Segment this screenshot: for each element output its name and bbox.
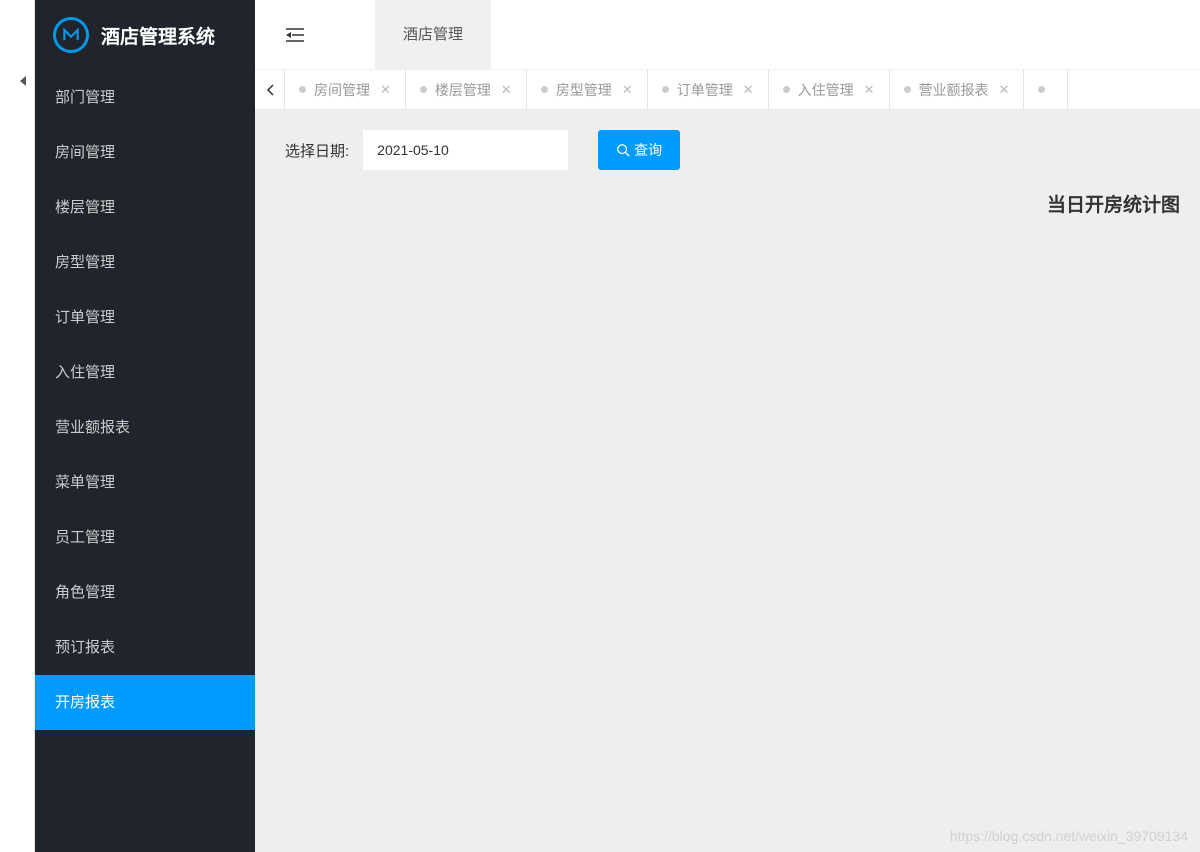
- top-tab-label: 酒店管理: [403, 26, 463, 43]
- tab-room[interactable]: 房间管理 ✕: [285, 70, 406, 110]
- sidebar-item-label: 菜单管理: [55, 474, 115, 491]
- sidebar-item-label: 角色管理: [55, 584, 115, 601]
- gutter-arrow-icon: [20, 76, 26, 86]
- tab-close-button[interactable]: ✕: [999, 82, 1010, 98]
- date-label: 选择日期:: [285, 140, 349, 161]
- sidebar-item-label: 入住管理: [55, 364, 115, 381]
- tab-label: 房间管理: [314, 80, 370, 100]
- sidebar-item-open-report[interactable]: 开房报表: [35, 675, 255, 730]
- chevron-left-icon: [266, 84, 274, 96]
- tabs-scroll-left-button[interactable]: [255, 70, 285, 109]
- topbar: 酒店管理: [255, 0, 1200, 70]
- tab-checkin[interactable]: 入住管理 ✕: [769, 70, 890, 110]
- tab-close-button[interactable]: ✕: [501, 82, 512, 98]
- tab-dot-icon: [420, 86, 427, 93]
- tab-revenue[interactable]: 营业额报表 ✕: [890, 70, 1025, 110]
- tab-label: 营业额报表: [919, 80, 989, 100]
- collapse-sidebar-button[interactable]: [275, 15, 315, 55]
- tab-close-button[interactable]: ✕: [380, 82, 391, 98]
- logo-icon: [53, 17, 89, 53]
- tab-close-button[interactable]: ✕: [864, 82, 875, 98]
- tab-dot-icon: [541, 86, 548, 93]
- sidebar-item-staff[interactable]: 员工管理: [35, 510, 255, 565]
- sidebar-item-label: 营业额报表: [55, 419, 130, 436]
- collapse-icon: [286, 28, 304, 42]
- sidebar-header: 酒店管理系统: [35, 0, 255, 70]
- sidebar-item-label: 员工管理: [55, 529, 115, 546]
- top-tab-active[interactable]: 酒店管理: [375, 0, 491, 70]
- sidebar: 酒店管理系统 部门管理 房间管理 楼层管理 房型管理 订单管理 入住管理 营业额…: [35, 0, 255, 852]
- sidebar-item-menu[interactable]: 菜单管理: [35, 455, 255, 510]
- tab-dot-icon: [904, 86, 911, 93]
- date-input[interactable]: [363, 130, 568, 170]
- tab-dot-icon: [299, 86, 306, 93]
- sidebar-item-label: 房间管理: [55, 144, 115, 161]
- tab-dot-icon: [1038, 86, 1045, 93]
- tab-close-button[interactable]: ✕: [743, 82, 754, 98]
- chart-title: 当日开房统计图: [1047, 190, 1180, 217]
- sidebar-item-label: 楼层管理: [55, 199, 115, 216]
- tab-partial[interactable]: [1024, 70, 1068, 110]
- sidebar-item-revenue[interactable]: 营业额报表: [35, 400, 255, 455]
- search-icon: [616, 143, 630, 157]
- tab-order[interactable]: 订单管理 ✕: [648, 70, 769, 110]
- sidebar-item-label: 订单管理: [55, 309, 115, 326]
- tab-dot-icon: [662, 86, 669, 93]
- tab-label: 房型管理: [556, 80, 612, 100]
- sidebar-item-label: 部门管理: [55, 89, 115, 106]
- tab-label: 入住管理: [798, 80, 854, 100]
- search-button[interactable]: 查询: [598, 130, 680, 170]
- sidebar-item-label: 房型管理: [55, 254, 115, 271]
- sidebar-item-reserve-report[interactable]: 预订报表: [35, 620, 255, 675]
- main: 酒店管理 房间管理 ✕ 楼层管理 ✕: [255, 0, 1200, 852]
- sidebar-item-department[interactable]: 部门管理: [35, 70, 255, 125]
- sidebar-menu: 部门管理 房间管理 楼层管理 房型管理 订单管理 入住管理 营业额报表 菜单管理…: [35, 70, 255, 730]
- sidebar-item-label: 预订报表: [55, 639, 115, 656]
- sidebar-item-order[interactable]: 订单管理: [35, 290, 255, 345]
- content-area: 选择日期: 查询 当日开房统计图 https://blog.csdn.net/w…: [255, 110, 1200, 852]
- tab-roomtype[interactable]: 房型管理 ✕: [527, 70, 648, 110]
- sidebar-item-room[interactable]: 房间管理: [35, 125, 255, 180]
- search-button-label: 查询: [634, 140, 662, 160]
- tab-close-button[interactable]: ✕: [622, 82, 633, 98]
- sidebar-item-floor[interactable]: 楼层管理: [35, 180, 255, 235]
- tab-dot-icon: [783, 86, 790, 93]
- sidebar-item-role[interactable]: 角色管理: [35, 565, 255, 620]
- tab-floor[interactable]: 楼层管理 ✕: [406, 70, 527, 110]
- sidebar-item-roomtype[interactable]: 房型管理: [35, 235, 255, 290]
- sidebar-item-checkin[interactable]: 入住管理: [35, 345, 255, 400]
- app-title: 酒店管理系统: [101, 22, 215, 49]
- tabs-row: 房间管理 ✕ 楼层管理 ✕ 房型管理 ✕ 订单管理 ✕: [255, 70, 1200, 110]
- tab-label: 楼层管理: [435, 80, 491, 100]
- outer-gutter: [0, 0, 35, 852]
- tabs-container: 房间管理 ✕ 楼层管理 ✕ 房型管理 ✕ 订单管理 ✕: [285, 70, 1200, 110]
- sidebar-item-label: 开房报表: [55, 694, 115, 711]
- watermark: https://blog.csdn.net/weixin_39709134: [950, 828, 1188, 844]
- filter-row: 选择日期: 查询: [285, 130, 1170, 170]
- tab-label: 订单管理: [677, 80, 733, 100]
